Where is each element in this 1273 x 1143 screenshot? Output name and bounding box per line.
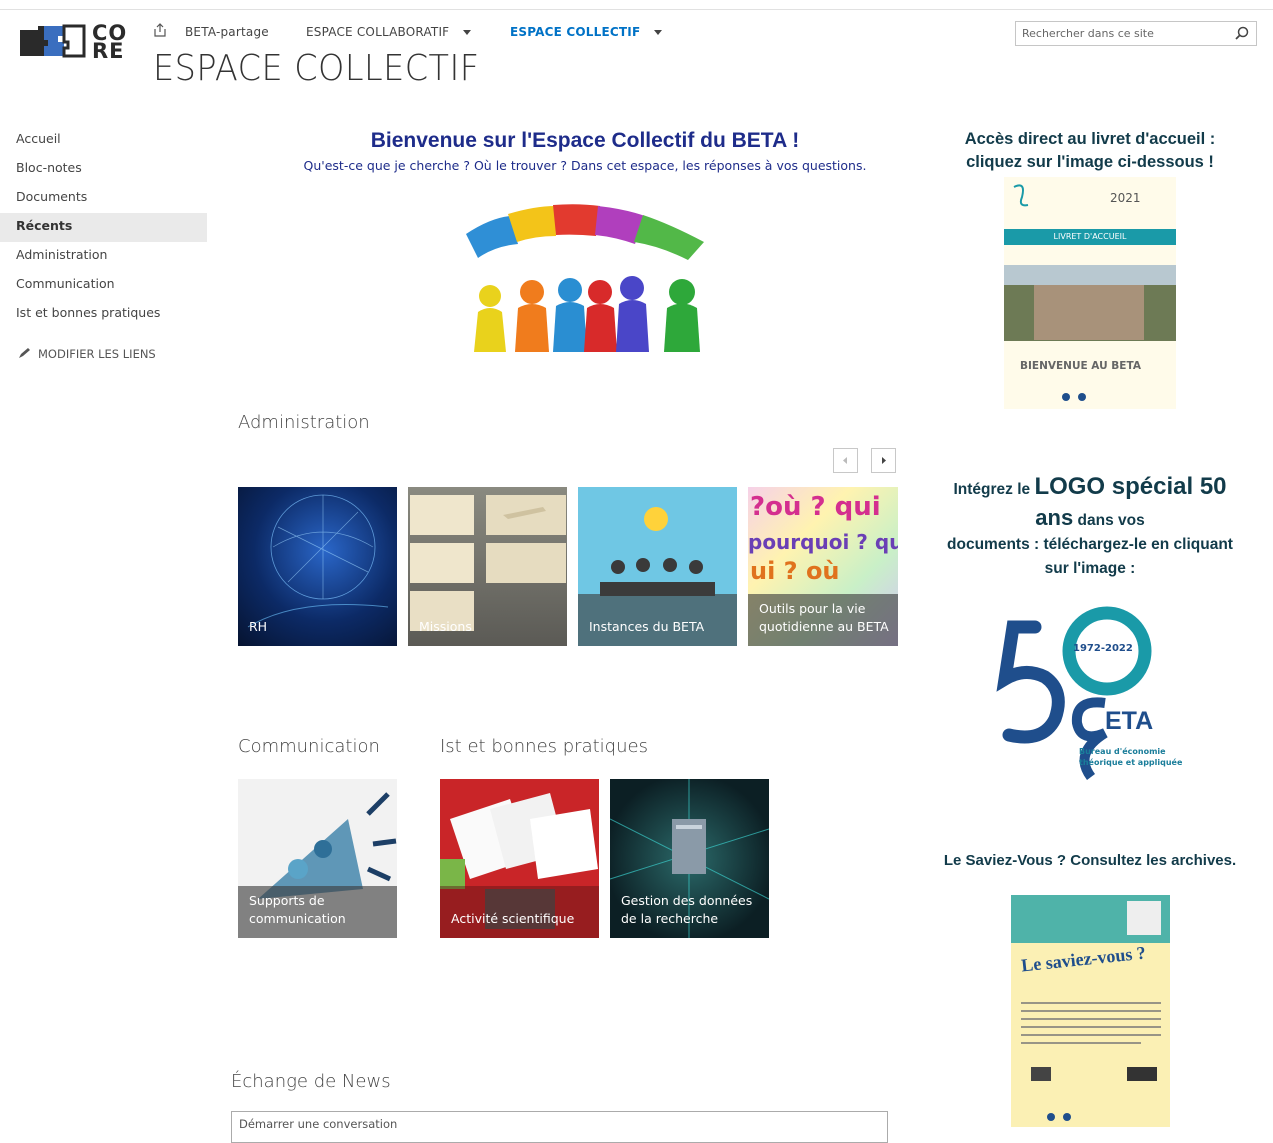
logo50-eta: ETA — [1105, 707, 1154, 735]
news-heading: Échange de News — [231, 1071, 391, 1092]
logo50-desc: Bureau d'économie théorique et appliquée — [1079, 746, 1182, 768]
tile-missions[interactable]: Missions — [408, 487, 567, 646]
ist-heading: Ist et bonnes pratiques — [440, 736, 648, 757]
sidebar-item-recents[interactable]: Récents — [0, 213, 207, 242]
livret-heading-line2: cliquez sur l'image ci-dessous ! — [966, 153, 1214, 171]
nav-espace-collaboratif-label: ESPACE COLLABORATIF — [306, 25, 450, 39]
saviez-poster-graphic — [1011, 895, 1170, 1121]
nav-espace-collaboratif[interactable]: ESPACE COLLABORATIF — [306, 25, 472, 39]
tile-activite-label: Activité scientifique — [451, 911, 575, 926]
tile-gestion-label: Gestion des données de la recherche — [621, 893, 753, 926]
edit-links-button[interactable]: MODIFIER LES LIENS — [18, 347, 156, 361]
tile-instances[interactable]: Instances du BETA — [578, 487, 737, 646]
logo50-desc1: Bureau d'économie — [1079, 747, 1166, 756]
nav-espace-collectif[interactable]: ESPACE COLLECTIF — [510, 25, 663, 39]
tile-missions-label: Missions — [419, 619, 472, 634]
logo-50-ans-image[interactable]: 1972-2022 ETA Bureau d'économie théoriqu… — [995, 603, 1185, 788]
tile-supports-communication[interactable]: Supports de communication — [238, 779, 397, 938]
tile-instances-label: Instances du BETA — [589, 619, 705, 634]
logo50-big2: ans — [1035, 505, 1074, 530]
search-placeholder: Rechercher dans ce site — [1022, 27, 1154, 40]
welcome-subtitle: Qu'est-ce que je cherche ? Où le trouver… — [303, 158, 867, 173]
livret-band: LIVRET D'ACCUEIL — [1053, 232, 1127, 241]
carousel-next-button[interactable] — [871, 448, 896, 473]
search-icon[interactable] — [1234, 26, 1249, 41]
nav-beta-partage[interactable]: BETA-partage — [185, 25, 269, 39]
tile-gestion-donnees[interactable]: Gestion des données de la recherche — [610, 779, 769, 938]
sidebar-item-bloc-notes[interactable]: Bloc-notes — [0, 155, 207, 184]
logo-text-bottom: RE — [92, 39, 125, 63]
tile-outils[interactable]: ?où ? qui pourquoi ? qu ui ? où Outils p… — [748, 487, 898, 646]
chevron-right-icon — [882, 457, 886, 464]
logo50-years: 1972-2022 — [1073, 643, 1133, 654]
sidebar-item-ist[interactable]: Ist et bonnes pratiques — [0, 300, 207, 329]
livret-accueil-image[interactable]: 2021 LIVRET D'ACCUEIL BIENVENUE AU BETA — [1004, 177, 1176, 409]
livret-year: 2021 — [1110, 191, 1141, 205]
logo50-line3: documents : téléchargez-le en cliquant — [947, 536, 1233, 553]
conversation-placeholder: Démarrer une conversation — [239, 1117, 398, 1131]
chevron-left-icon — [843, 457, 847, 464]
chevron-down-icon[interactable] — [463, 30, 472, 35]
logo-puzzle-icon — [20, 24, 86, 58]
carousel-prev-button[interactable] — [833, 448, 858, 473]
saviez-heading: Le Saviez-Vous ? Consultez les archives. — [943, 852, 1237, 869]
svg-text:pourquoi ? qu: pourquoi ? qu — [748, 530, 898, 554]
administration-heading: Administration — [238, 412, 370, 433]
livret-heading-line1: Accès direct au livret d'accueil : — [964, 130, 1216, 148]
welcome-title: Bienvenue sur l'Espace Collectif du BETA… — [370, 129, 800, 152]
site-logo[interactable]: CO RE — [18, 22, 128, 64]
logo50-line4: sur l'image : — [1044, 560, 1136, 577]
tile-rh[interactable]: RH — [238, 487, 397, 646]
tile-activite-scientifique[interactable]: Activité scientifique — [440, 779, 599, 938]
chevron-down-icon[interactable] — [654, 30, 663, 35]
top-divider — [0, 9, 1273, 10]
logo50-rest: dans vos — [1073, 512, 1145, 529]
tile-supports-label: Supports de communication — [249, 893, 346, 926]
logo50-heading: Intégrez le LOGO spécial 50 ans dans vos… — [930, 475, 1250, 581]
logo50-desc2: théorique et appliquée — [1079, 758, 1183, 767]
page-title: ESPACE COLLECTIF — [153, 48, 480, 89]
pencil-icon — [19, 348, 30, 358]
sidebar-item-accueil[interactable]: Accueil — [0, 126, 207, 155]
svg-text:?où ? qui: ?où ? qui — [750, 492, 881, 522]
collaboration-illustration — [466, 204, 704, 352]
livret-heading: Accès direct au livret d'accueil : cliqu… — [935, 128, 1245, 174]
quick-launch-nav: Accueil Bloc-notes Documents Récents Adm… — [0, 126, 207, 329]
tile-rh-label: RH — [249, 619, 268, 634]
communication-heading: Communication — [238, 736, 380, 757]
sidebar-item-communication[interactable]: Communication — [0, 271, 207, 300]
tile-outils-label: Outils pour la vie quotidienne au BETA — [759, 601, 889, 634]
nav-espace-collectif-label: ESPACE COLLECTIF — [510, 25, 641, 39]
logo50-big1: LOGO spécial 50 — [1034, 473, 1227, 500]
search-input[interactable]: Rechercher dans ce site — [1015, 21, 1257, 46]
sidebar-item-documents[interactable]: Documents — [0, 184, 207, 213]
sidebar-item-administration[interactable]: Administration — [0, 242, 207, 271]
saviez-vous-image[interactable]: Le saviez-vous ? — [1011, 895, 1170, 1127]
share-icon[interactable] — [153, 23, 167, 37]
livret-welcome: BIENVENUE AU BETA — [1020, 360, 1141, 372]
livret-cover-graphic — [1004, 184, 1176, 401]
conversation-input[interactable]: Démarrer une conversation — [231, 1111, 888, 1143]
edit-links-label: MODIFIER LES LIENS — [38, 347, 156, 361]
logo50-pre: Intégrez le — [953, 481, 1035, 498]
svg-text:ui ? où: ui ? où — [750, 557, 840, 585]
